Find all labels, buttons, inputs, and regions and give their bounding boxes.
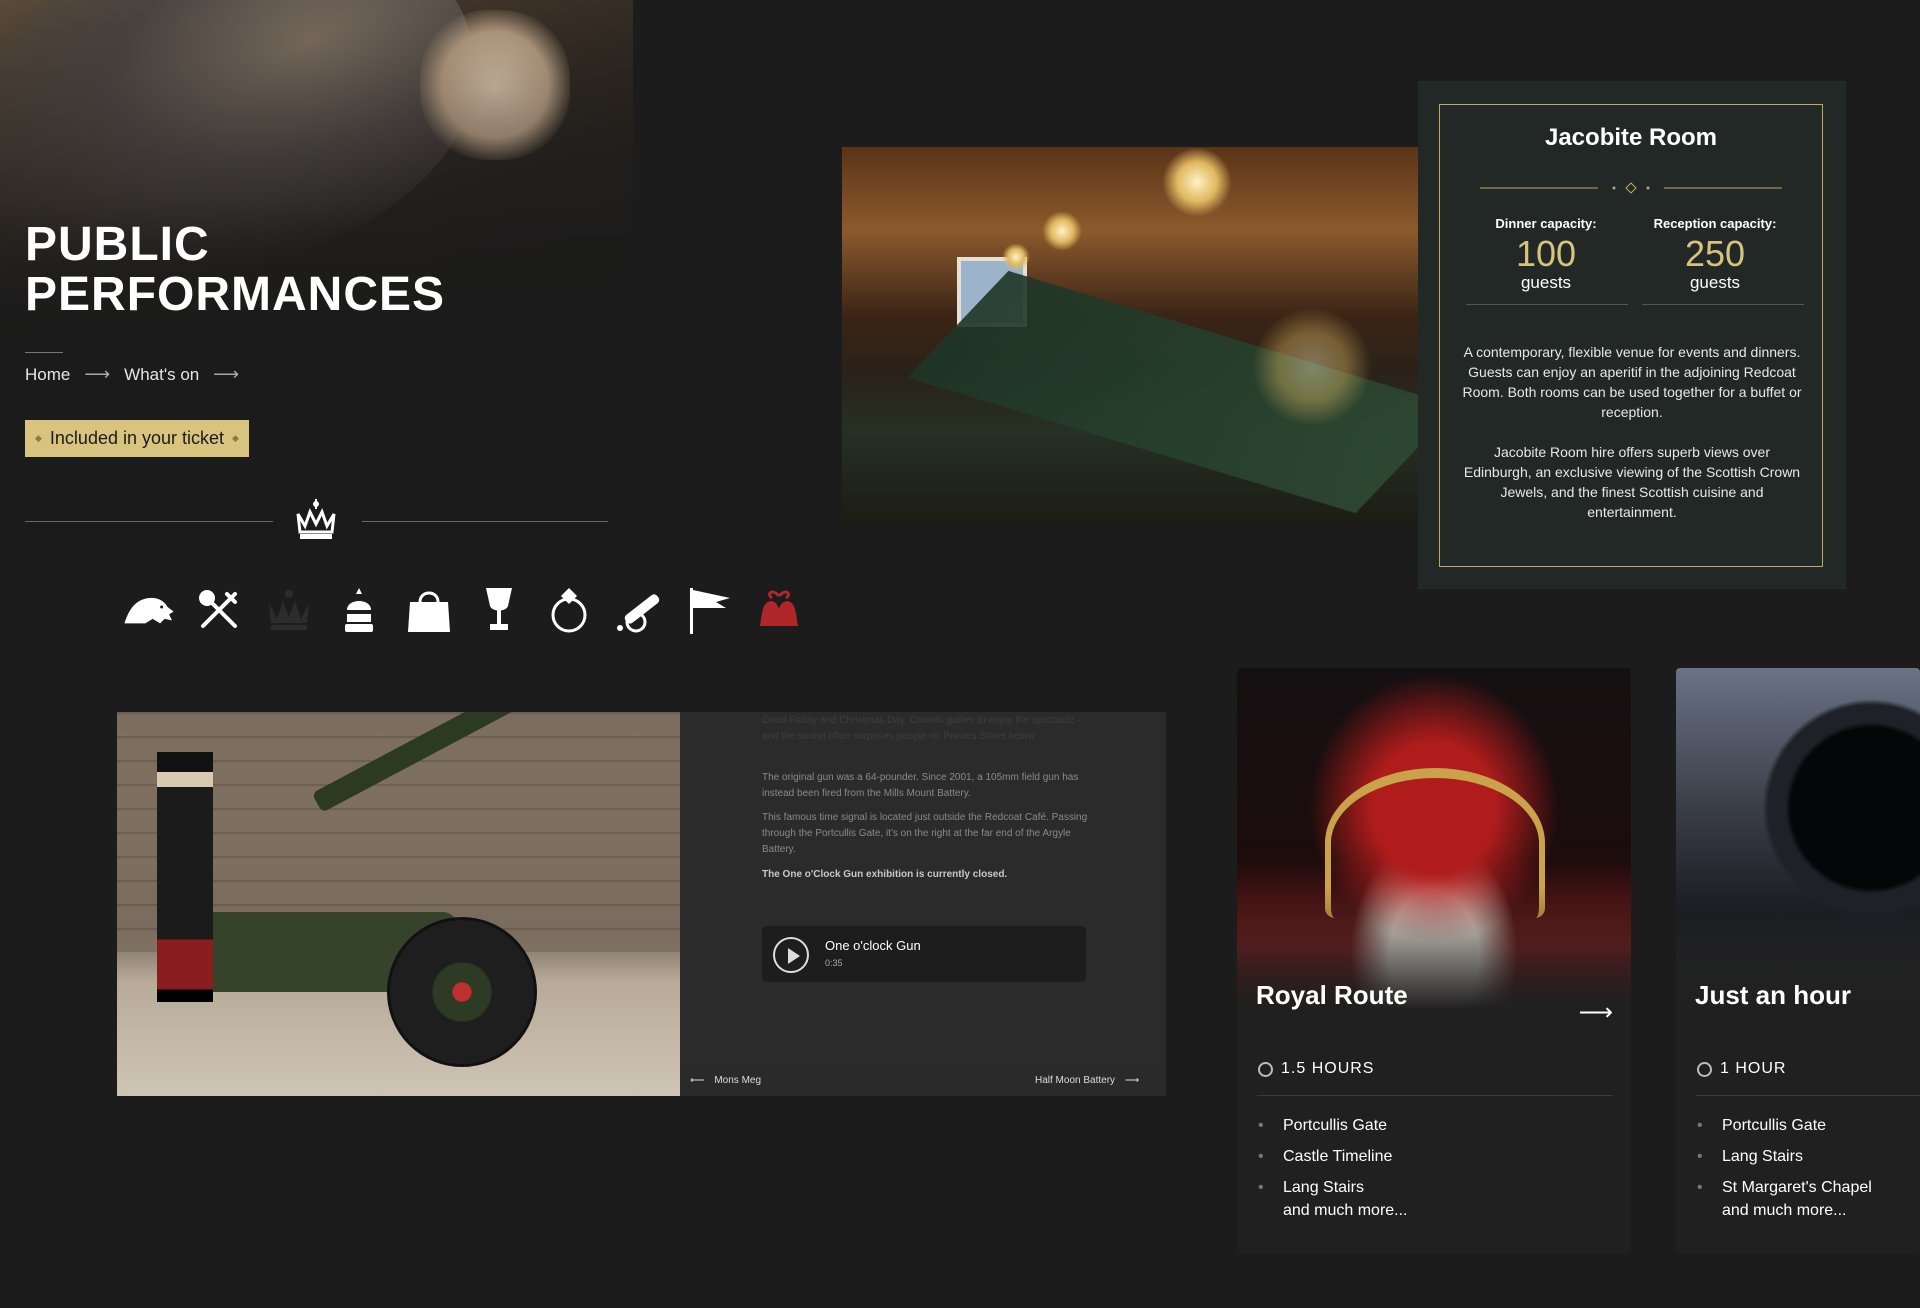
nav-prev-link[interactable]: ⟵ Mons Meg xyxy=(690,1075,761,1086)
ticket-badge: ◆ Included in your ticket ◆ xyxy=(25,420,249,457)
divider-left xyxy=(25,521,273,522)
jacobite-description: Jacobite Room hire offers superb views o… xyxy=(1463,444,1801,520)
route-more: and much more... xyxy=(1283,1202,1408,1219)
knight-helmet-icon[interactable] xyxy=(333,584,385,636)
route-card-royal[interactable]: Royal Route ⟶ 1.5 HOURS • Portcullis Gate… xyxy=(1237,668,1631,1254)
dinner-capacity-label: Dinner capacity: xyxy=(1495,216,1597,231)
capacity-underline xyxy=(1642,304,1804,305)
nav-next-label: Half Moon Battery xyxy=(1035,1075,1116,1086)
cutlery-icon[interactable] xyxy=(193,584,245,636)
cannon-icon[interactable] xyxy=(613,584,665,636)
list-item: • Portcullis Gate xyxy=(1697,1117,1827,1134)
ring-icon[interactable] xyxy=(543,584,595,636)
reception-capacity-unit: guests xyxy=(1689,273,1741,292)
route-card-hour[interactable]: Just an hour 1 HOUR • Portcullis Gate • La… xyxy=(1676,668,1920,1254)
gun-text: This famous time signal is located just … xyxy=(762,812,1088,855)
jacobite-description: A contemporary, flexible venue for event… xyxy=(1462,344,1802,420)
arrow-right-icon: ⟶ xyxy=(1125,1075,1140,1086)
gun-photo xyxy=(117,712,680,1096)
dinner-capacity-value: 100 xyxy=(1515,233,1577,274)
route-duration: 1 HOUR xyxy=(1697,1060,1786,1078)
diamond-icon: ◆ xyxy=(232,433,239,443)
route-stops: • Portcullis Gate • Castle Timeline • Lang … xyxy=(1258,1110,1392,1203)
gun-text-faded: Good Friday and Christmas Day. Crowds ga… xyxy=(762,715,1083,742)
route-duration: 1.5 HOURS xyxy=(1258,1060,1374,1078)
arrow-left-icon: ⟵ xyxy=(690,1075,705,1086)
divider-right xyxy=(362,521,608,522)
nav-prev-label: Mons Meg xyxy=(714,1075,762,1086)
audio-player xyxy=(762,926,1086,982)
crown-icon xyxy=(296,499,336,539)
diamond-icon: ◆ xyxy=(35,433,42,443)
route-stops: • Portcullis Gate • Lang Stairs • St Margar… xyxy=(1697,1110,1872,1203)
breadcrumb: Home ⟶ What's on ⟶ xyxy=(25,364,239,385)
title-line-2: PERFORMANCES xyxy=(25,268,446,321)
route-duration-label: 1 HOUR xyxy=(1720,1060,1787,1077)
capacity-underline xyxy=(1466,304,1628,305)
page-title: PUBLIC PERFORMANCES xyxy=(25,220,445,320)
nav-next-link[interactable]: Half Moon Battery ⟶ xyxy=(1035,1075,1139,1086)
jacobite-room-photo xyxy=(842,147,1418,525)
route-title: Royal Route xyxy=(1256,980,1408,1010)
title-rule xyxy=(25,352,63,353)
arrow-right-icon: ⟶ xyxy=(213,364,240,384)
arrow-right-icon: ⟶ xyxy=(84,364,111,384)
flag-icon[interactable] xyxy=(683,584,735,636)
arrow-right-icon[interactable]: ⟶ xyxy=(1579,998,1613,1027)
list-item: • Portcullis Gate xyxy=(1258,1117,1388,1134)
audio-title: One o'clock Gun xyxy=(825,938,921,953)
route-title: Just an hour xyxy=(1695,980,1852,1010)
list-item: • Castle Timeline xyxy=(1258,1148,1393,1165)
breadcrumb-whats-on[interactable]: What's on xyxy=(124,365,199,385)
lion-icon[interactable] xyxy=(123,584,175,636)
icon-row xyxy=(123,584,805,636)
gun-text: The original gun was a 64-pounder. Since… xyxy=(762,772,1079,799)
ticket-badge-label: Included in your ticket xyxy=(49,428,225,448)
route-more: and much more... xyxy=(1722,1202,1847,1219)
goblet-icon[interactable] xyxy=(473,584,525,636)
route-duration-label: 1.5 HOURS xyxy=(1281,1060,1375,1077)
play-icon[interactable] xyxy=(773,937,809,973)
ornament-divider xyxy=(1480,182,1782,194)
clock-icon xyxy=(1258,1061,1273,1077)
reception-capacity-label: Reception capacity: xyxy=(1653,216,1777,231)
list-item: • Lang Stairs xyxy=(1258,1179,1364,1196)
gun-closed-notice: The One o'Clock Gun exhibition is curren… xyxy=(762,869,1008,880)
title-line-1: PUBLIC xyxy=(25,218,210,271)
clock-icon xyxy=(1697,1061,1712,1077)
crown-icon[interactable] xyxy=(263,584,315,636)
shopping-bag-icon[interactable] xyxy=(403,584,455,636)
audio-duration: 0:35 xyxy=(825,958,843,968)
list-item: • St Margaret's Chapel xyxy=(1697,1179,1872,1196)
dinner-capacity: Dinner capacity: 100 guests xyxy=(1466,216,1626,293)
breadcrumb-home[interactable]: Home xyxy=(25,365,70,385)
jacobite-title: Jacobite Room xyxy=(1544,124,1718,151)
list-item: • Lang Stairs xyxy=(1697,1148,1803,1165)
dinner-capacity-unit: guests xyxy=(1520,273,1572,292)
reception-capacity: Reception capacity: 250 guests xyxy=(1635,216,1795,293)
reception-capacity-value: 250 xyxy=(1684,233,1746,274)
bells-icon[interactable] xyxy=(753,584,805,636)
